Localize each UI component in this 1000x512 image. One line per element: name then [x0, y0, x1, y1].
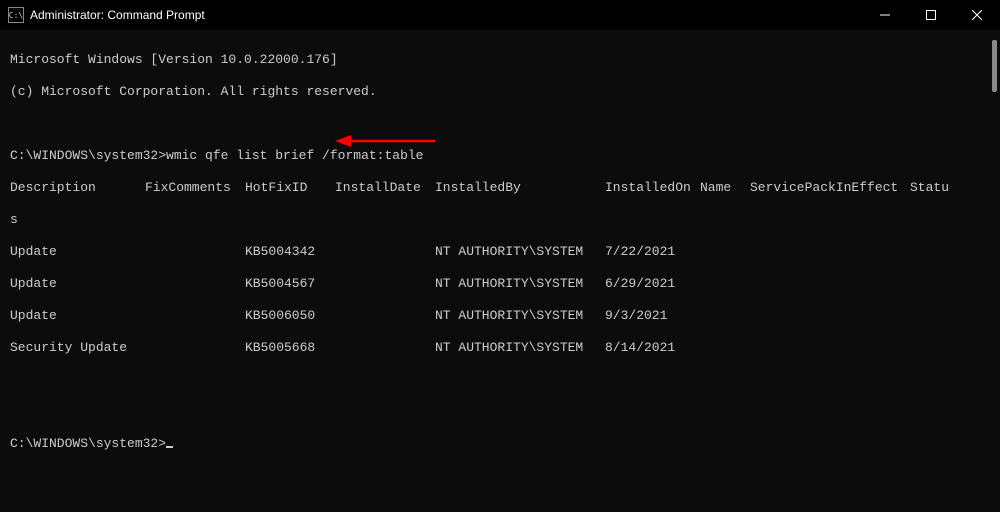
hdr-fixcomments: FixComments — [145, 180, 245, 196]
prompt-command-line: C:\WINDOWS\system32>wmic qfe list brief … — [10, 148, 990, 164]
cell-installedby: NT AUTHORITY\SYSTEM — [435, 276, 605, 292]
cell-installedon: 8/14/2021 — [605, 340, 700, 356]
cell-hotfixid: KB5006050 — [245, 308, 335, 324]
close-icon — [972, 10, 982, 20]
hdr-description: Description — [10, 180, 145, 196]
terminal-output[interactable]: Microsoft Windows [Version 10.0.22000.17… — [0, 30, 1000, 478]
table-header-row: DescriptionFixCommentsHotFixIDInstallDat… — [10, 180, 990, 196]
banner-line-1: Microsoft Windows [Version 10.0.22000.17… — [10, 52, 990, 68]
cell-installedby: NT AUTHORITY\SYSTEM — [435, 244, 605, 260]
hdr-installdate: InstallDate — [335, 180, 435, 196]
prompt-ready: C:\WINDOWS\system32> — [10, 436, 990, 452]
cell-hotfixid: KB5004567 — [245, 276, 335, 292]
hdr-servicepack: ServicePackInEffect — [750, 180, 910, 196]
hdr-name: Name — [700, 180, 750, 196]
prompt-cwd: C:\WINDOWS\system32> — [10, 436, 166, 451]
prompt-command: wmic qfe list brief /format:table — [166, 148, 423, 163]
minimize-icon — [880, 10, 890, 20]
cell-installedon: 9/3/2021 — [605, 308, 700, 324]
window-controls — [862, 0, 1000, 30]
scrollbar-thumb[interactable] — [992, 40, 997, 92]
hdr-installedon: InstalledOn — [605, 180, 700, 196]
window-title: Administrator: Command Prompt — [30, 8, 205, 22]
banner-line-2: (c) Microsoft Corporation. All rights re… — [10, 84, 990, 100]
hdr-hotfixid: HotFixID — [245, 180, 335, 196]
cell-description: Update — [10, 308, 145, 324]
table-row: Update KB5006050 NT AUTHORITY\SYSTEM9/3/20… — [10, 308, 990, 324]
table-body: UpdateKB5004342NT AUTHORITY\SYSTEM7/22/2… — [10, 244, 990, 356]
prompt-cwd: C:\WINDOWS\system32> — [10, 148, 166, 163]
cell-installedon: 7/22/2021 — [605, 244, 700, 260]
cell-description: Security Update — [10, 340, 145, 356]
window-titlebar: C:\ Administrator: Command Prompt — [0, 0, 1000, 30]
close-button[interactable] — [954, 0, 1000, 30]
cell-installedby: NT AUTHORITY\SYSTEM — [435, 340, 605, 356]
table-row: Security Update KB5005668 NT AUTHORITY\SYS… — [10, 340, 990, 356]
cell-hotfixid: KB5004342 — [245, 244, 335, 260]
cell-installedby: NT AUTHORITY\SYSTEM — [435, 308, 605, 324]
hdr-status: Statu — [910, 180, 949, 196]
cmd-icon: C:\ — [8, 7, 24, 23]
titlebar-left: C:\ Administrator: Command Prompt — [8, 7, 205, 23]
blank-line — [10, 372, 990, 388]
maximize-button[interactable] — [908, 0, 954, 30]
maximize-icon — [926, 10, 936, 20]
hdr-installedby: InstalledBy — [435, 180, 605, 196]
blank-line — [10, 116, 990, 132]
minimize-button[interactable] — [862, 0, 908, 30]
cmd-icon-text: C:\ — [9, 11, 23, 20]
cell-description: Update — [10, 244, 145, 260]
blank-line — [10, 404, 990, 420]
cell-hotfixid: KB5005668 — [245, 340, 335, 356]
cell-description: Update — [10, 276, 145, 292]
cell-installedon: 6/29/2021 — [605, 276, 700, 292]
table-row: Update KB5004342 NT AUTHORITY\SYSTEM7/22/2… — [10, 244, 990, 260]
table-header-wrap: s — [10, 212, 990, 228]
text-cursor — [166, 446, 173, 448]
table-row: Update KB5004567 NT AUTHORITY\SYSTEM6/29/2… — [10, 276, 990, 292]
